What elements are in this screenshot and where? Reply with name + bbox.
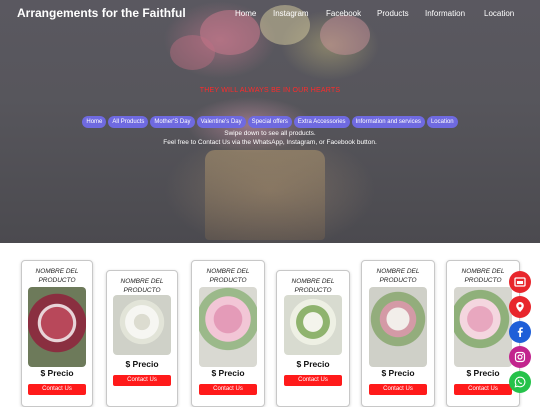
- location-pin-icon: [516, 302, 524, 312]
- product-photo[interactable]: [454, 287, 512, 367]
- product-name: NOMBRE DEL PRODUCTO: [291, 278, 335, 294]
- contact-us-button[interactable]: Contact Us: [284, 375, 342, 386]
- contact-us-button[interactable]: Contact Us: [113, 375, 171, 386]
- hero-tagline: THEY WILL ALWAYS BE IN OUR HEARTS: [199, 87, 341, 94]
- product-photo[interactable]: [199, 287, 257, 367]
- product-card: NOMBRE DEL PRODUCTO $ Precio Contact Us: [276, 270, 350, 407]
- nav-location[interactable]: Location: [484, 9, 514, 18]
- nav-products[interactable]: Products: [377, 9, 409, 18]
- product-price: $ Precio: [381, 368, 415, 378]
- product-card: NOMBRE DEL PRODUCTO $ Precio Contact Us: [361, 260, 435, 407]
- product-photo[interactable]: [369, 287, 427, 367]
- contact-us-button[interactable]: Contact Us: [28, 384, 86, 395]
- store-button[interactable]: [509, 271, 531, 293]
- product-card: NOMBRE DEL PRODUCTO $ Precio Contact Us: [106, 270, 178, 407]
- nav-instagram[interactable]: Instagram: [273, 9, 309, 18]
- hero-instruction-line: Swipe down to see all products.: [224, 130, 316, 137]
- product-name: NOMBRE DEL PRODUCTO: [35, 268, 79, 284]
- hero-flower-decoration: [170, 35, 215, 70]
- whatsapp-icon: [514, 376, 526, 388]
- instagram-button[interactable]: [509, 346, 531, 368]
- nav-facebook[interactable]: Facebook: [326, 9, 361, 18]
- pill-special-offers[interactable]: Special offers: [247, 116, 292, 128]
- whatsapp-button[interactable]: [509, 371, 531, 393]
- pill-location[interactable]: Location: [426, 116, 458, 128]
- product-name: NOMBRE DEL PRODUCTO: [120, 278, 164, 294]
- pill-information-services[interactable]: Information and services: [351, 116, 425, 128]
- top-navigation-bar: Arrangements for the Faithful Home Insta…: [0, 0, 540, 28]
- product-price: $ Precio: [296, 359, 330, 369]
- nav-home[interactable]: Home: [235, 9, 256, 18]
- pill-valentines-day[interactable]: Valentine's Day: [196, 116, 246, 128]
- product-price: $ Precio: [211, 368, 245, 378]
- pill-extra-accessories[interactable]: Extra Accessories: [293, 116, 350, 128]
- pill-all-products[interactable]: All Products: [108, 116, 149, 128]
- contact-us-button[interactable]: Contact Us: [369, 384, 427, 395]
- instagram-icon: [514, 351, 526, 363]
- facebook-button[interactable]: [509, 321, 531, 343]
- product-card: NOMBRE DEL PRODUCTO $ Precio Contact Us: [21, 260, 93, 407]
- product-name: NOMBRE DEL PRODUCTO: [376, 268, 420, 284]
- product-price: $ Precio: [466, 368, 500, 378]
- pill-home[interactable]: Home: [82, 116, 107, 128]
- store-icon: [514, 277, 526, 287]
- contact-us-button[interactable]: Contact Us: [454, 384, 512, 395]
- site-brand[interactable]: Arrangements for the Faithful: [17, 6, 186, 20]
- product-price: $ Precio: [125, 359, 159, 369]
- facebook-icon: [517, 327, 523, 337]
- pill-mothers-day[interactable]: Mother'S Day: [150, 116, 195, 128]
- hero-gift-box: [205, 150, 325, 240]
- nav-information[interactable]: Information: [425, 9, 465, 18]
- contact-us-button[interactable]: Contact Us: [199, 384, 257, 395]
- product-name: NOMBRE DEL PRODUCTO: [206, 268, 250, 284]
- product-photo[interactable]: [284, 295, 342, 355]
- category-pill-bar: Home All Products Mother'S Day Valentine…: [0, 116, 540, 128]
- hero-contact-line: Feel free to Contact Us via the WhatsApp…: [163, 139, 377, 146]
- product-price: $ Precio: [40, 368, 74, 378]
- product-card: NOMBRE DEL PRODUCTO $ Precio Contact Us: [191, 260, 265, 407]
- location-button[interactable]: [509, 296, 531, 318]
- product-photo[interactable]: [28, 287, 86, 367]
- product-photo[interactable]: [113, 295, 171, 355]
